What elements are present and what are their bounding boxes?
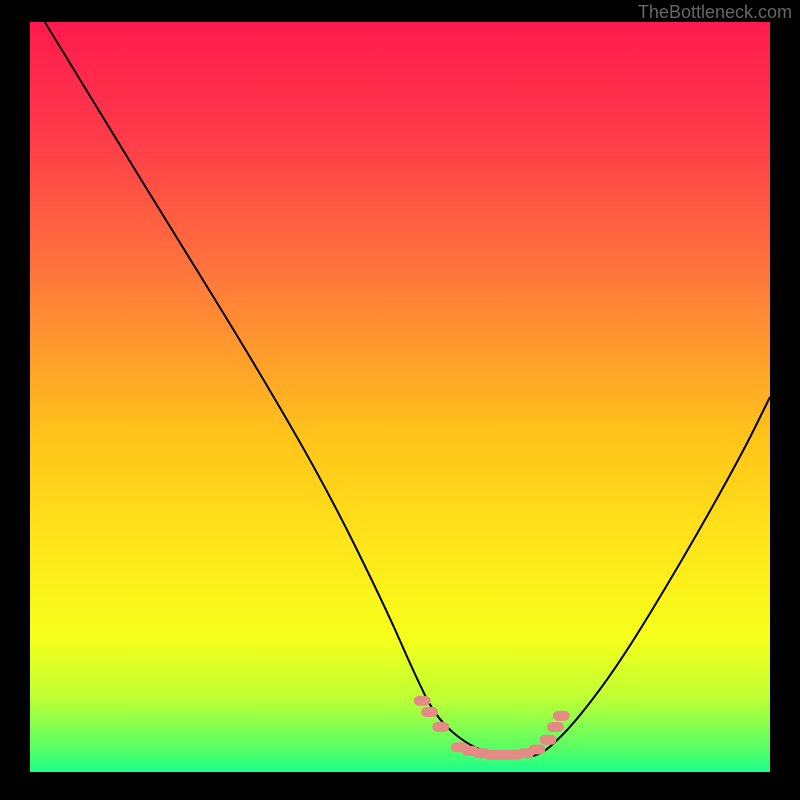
chart-background: [30, 22, 770, 772]
marker-dot: [432, 722, 449, 732]
attribution-label: TheBottleneck.com: [638, 2, 792, 23]
marker-dot: [414, 696, 431, 706]
bottleneck-chart: [30, 22, 770, 772]
marker-dot: [553, 711, 570, 721]
marker-dot: [547, 722, 564, 732]
marker-dot: [540, 735, 557, 745]
marker-dot: [528, 745, 545, 755]
marker-dot: [421, 707, 438, 717]
